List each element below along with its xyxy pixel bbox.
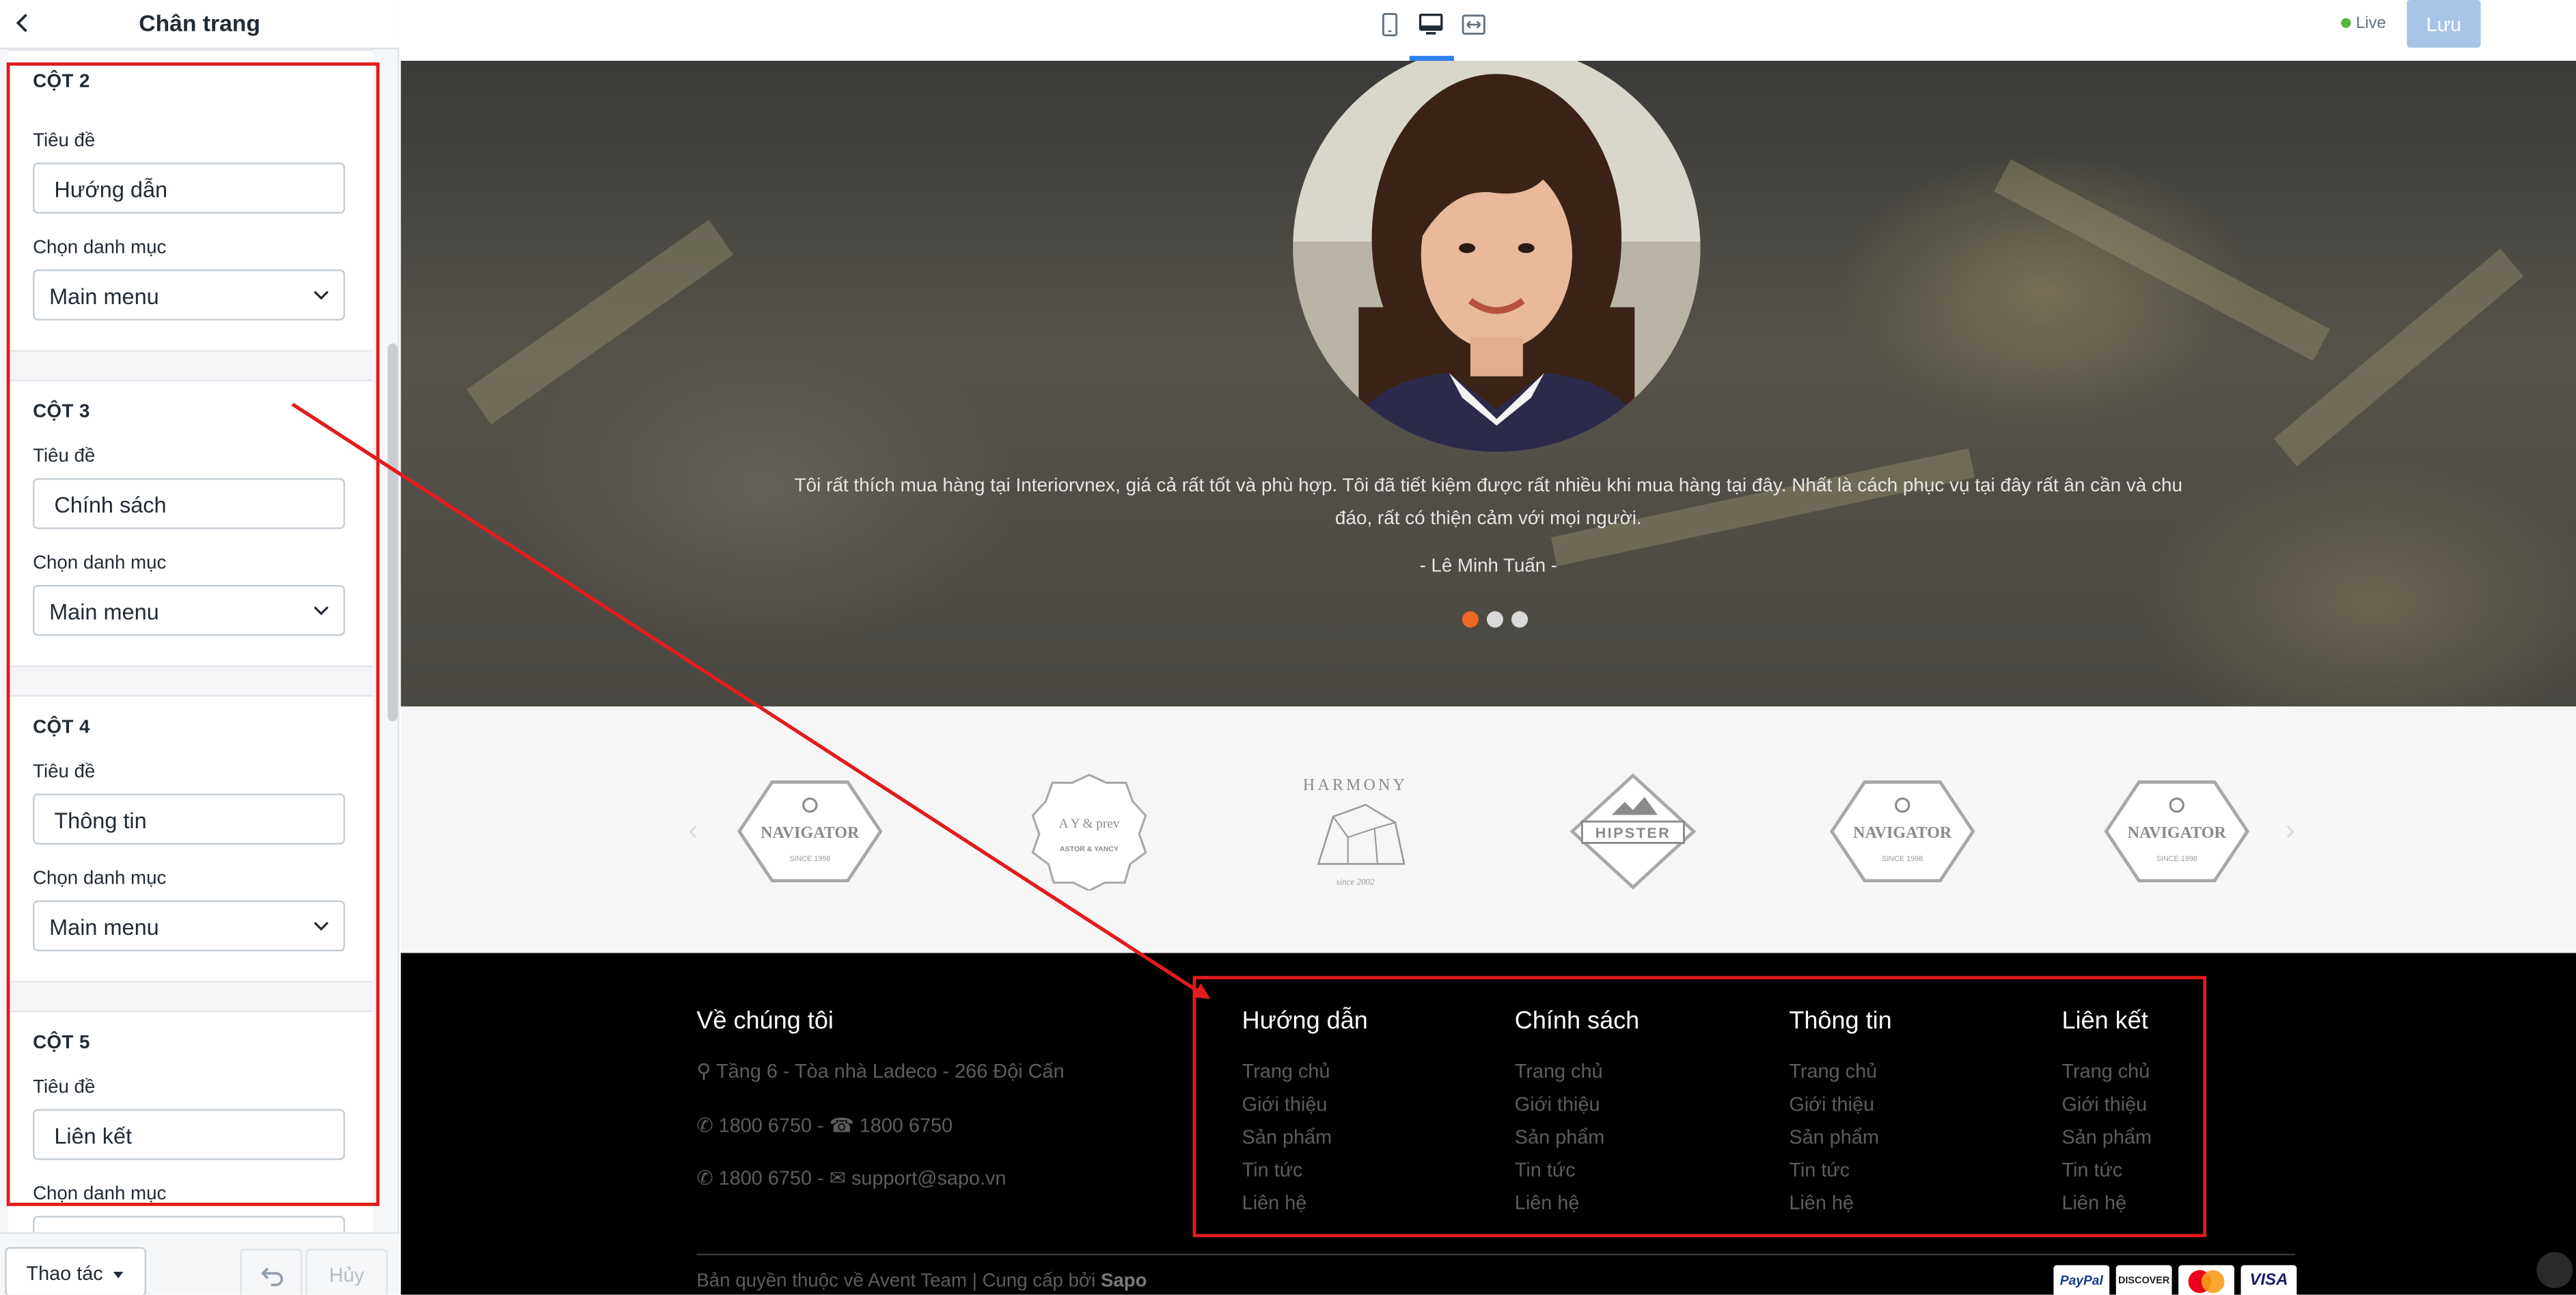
discover-payment-icon: DISCOVER	[2115, 1265, 2172, 1295]
portrait-image	[1293, 60, 1701, 452]
undo-button[interactable]	[240, 1249, 303, 1295]
brand-name: HARMONY	[1303, 776, 1408, 794]
phone-icon: ✆	[696, 1167, 713, 1190]
brand-name: ASTOR & YANCY	[1060, 845, 1119, 853]
brand-logo-hipster[interactable]: HIPSTER	[1559, 772, 1707, 890]
footer-phones: ✆ 1800 6750 - ☎ 1800 6750	[696, 1114, 953, 1137]
actions-dropdown-button[interactable]: Thao tác	[5, 1246, 146, 1295]
carousel-next-icon[interactable]: ›	[2285, 813, 2294, 847]
brand-sub: SINCE 1998	[789, 855, 830, 863]
annotation-box-footer	[1192, 976, 2207, 1238]
slide-dot-2[interactable]	[1486, 611, 1503, 628]
desktop-icon[interactable]	[1418, 12, 1444, 38]
brand-sub: SINCE 1998	[2156, 855, 2197, 863]
panel-title: Chân trang	[139, 10, 260, 36]
visa-payment-icon: VISA	[2241, 1265, 2297, 1295]
mobile-icon[interactable]	[1377, 12, 1403, 38]
copyright-text: Bản quyền thuộc về Avent Team | Cung cấp…	[696, 1272, 1147, 1292]
live-status-label: Live	[2355, 14, 2386, 33]
actions-label: Thao tác	[26, 1262, 103, 1285]
brand-sub: A Y & prev	[1059, 817, 1120, 831]
brand-logo-navigator[interactable]: NAVIGATOR SINCE 1998	[736, 772, 883, 890]
brand-name: NAVIGATOR	[1853, 824, 1952, 842]
slide-dot-1[interactable]	[1462, 611, 1479, 628]
brand-name: NAVIGATOR	[761, 824, 860, 842]
brand-name: HIPSTER	[1595, 824, 1671, 841]
slide-dot-3[interactable]	[1511, 611, 1529, 628]
testimonial-quote: Tôi rất thích mua hàng tại Interiorvnex,…	[794, 474, 2183, 530]
footer-email[interactable]: support@sapo.vn	[851, 1167, 1006, 1190]
mastercard-logo	[2188, 1270, 2225, 1294]
panel-footer: Thao tác Hủy	[0, 1232, 400, 1295]
envelope-icon: ✉	[829, 1167, 846, 1190]
brand-sub: SINCE 1998	[1882, 855, 1923, 863]
footer-address-text: Tầng 6 - Tòa nhà Ladeco - 266 Đội Cấn	[716, 1059, 1065, 1083]
map-pin-icon: ⚲	[696, 1059, 711, 1083]
customer-avatar	[1293, 60, 1701, 452]
brand-logo-harmony[interactable]: HARMONY since 2002	[1281, 772, 1429, 890]
brand-logo-navigator[interactable]: NAVIGATOR SINCE 1998	[2103, 772, 2251, 890]
telephone-icon: ☎	[829, 1114, 854, 1137]
brand-name: NAVIGATOR	[2128, 824, 2227, 842]
footer-about-title: Về chúng tôi	[696, 1007, 834, 1035]
live-status-dot	[2341, 18, 2351, 28]
brand-logo-navigator[interactable]: NAVIGATOR SINCE 1998	[1828, 772, 1976, 890]
carousel-prev-icon[interactable]: ‹	[688, 813, 698, 847]
cancel-button[interactable]: Hủy	[305, 1249, 388, 1295]
brand-sub: since 2002	[1337, 876, 1375, 886]
fullwidth-icon[interactable]	[1460, 12, 1486, 38]
menu-select[interactable]	[33, 1216, 345, 1233]
copyright-brand-link[interactable]: Sapo	[1101, 1272, 1147, 1292]
back-to-top-button[interactable]	[2536, 1252, 2573, 1288]
brand-logo-astor-yancy[interactable]: A Y & prev ASTOR & YANCY	[1015, 772, 1163, 891]
testimonial-author: - Lê Minh Tuấn -	[1419, 557, 1557, 577]
footer-address: ⚲ Tầng 6 - Tòa nhà Ladeco - 266 Đội Cấn	[696, 1060, 1064, 1083]
footer-divider	[696, 1253, 2295, 1255]
footer-phone-1: 1800 6750 -	[718, 1114, 824, 1137]
save-button[interactable]: Lưu	[2407, 0, 2481, 48]
phone-icon: ✆	[696, 1114, 713, 1137]
brand-carousel: ‹ › NAVIGATOR SINCE 1998 A Y & prev ASTO…	[400, 706, 2576, 953]
caret-down-icon	[113, 1271, 123, 1279]
copyright-prefix: Bản quyền thuộc về Avent Team | Cung cấp…	[696, 1271, 1101, 1292]
panel-scrollbar[interactable]	[387, 343, 398, 722]
paypal-payment-icon: PayPal	[2053, 1265, 2110, 1295]
footer-contact: ✆ 1800 6750 - ✉ support@sapo.vn	[696, 1167, 1006, 1190]
background-plank	[466, 219, 734, 425]
mastercard-payment-icon	[2178, 1265, 2234, 1295]
background-plank	[1994, 159, 2330, 362]
testimonial-section: Tôi rất thích mua hàng tại Interiorvnex,…	[400, 60, 2576, 707]
active-device-indicator	[1409, 55, 1454, 61]
panel-header: Chân trang	[0, 0, 400, 50]
annotation-box-settings	[6, 62, 380, 1206]
footer-phone-2: 1800 6750	[859, 1114, 953, 1137]
undo-icon	[261, 1267, 284, 1286]
preview-toolbar: Live Lưu	[400, 0, 2576, 61]
footer-phone-3: 1800 6750 -	[718, 1167, 824, 1190]
